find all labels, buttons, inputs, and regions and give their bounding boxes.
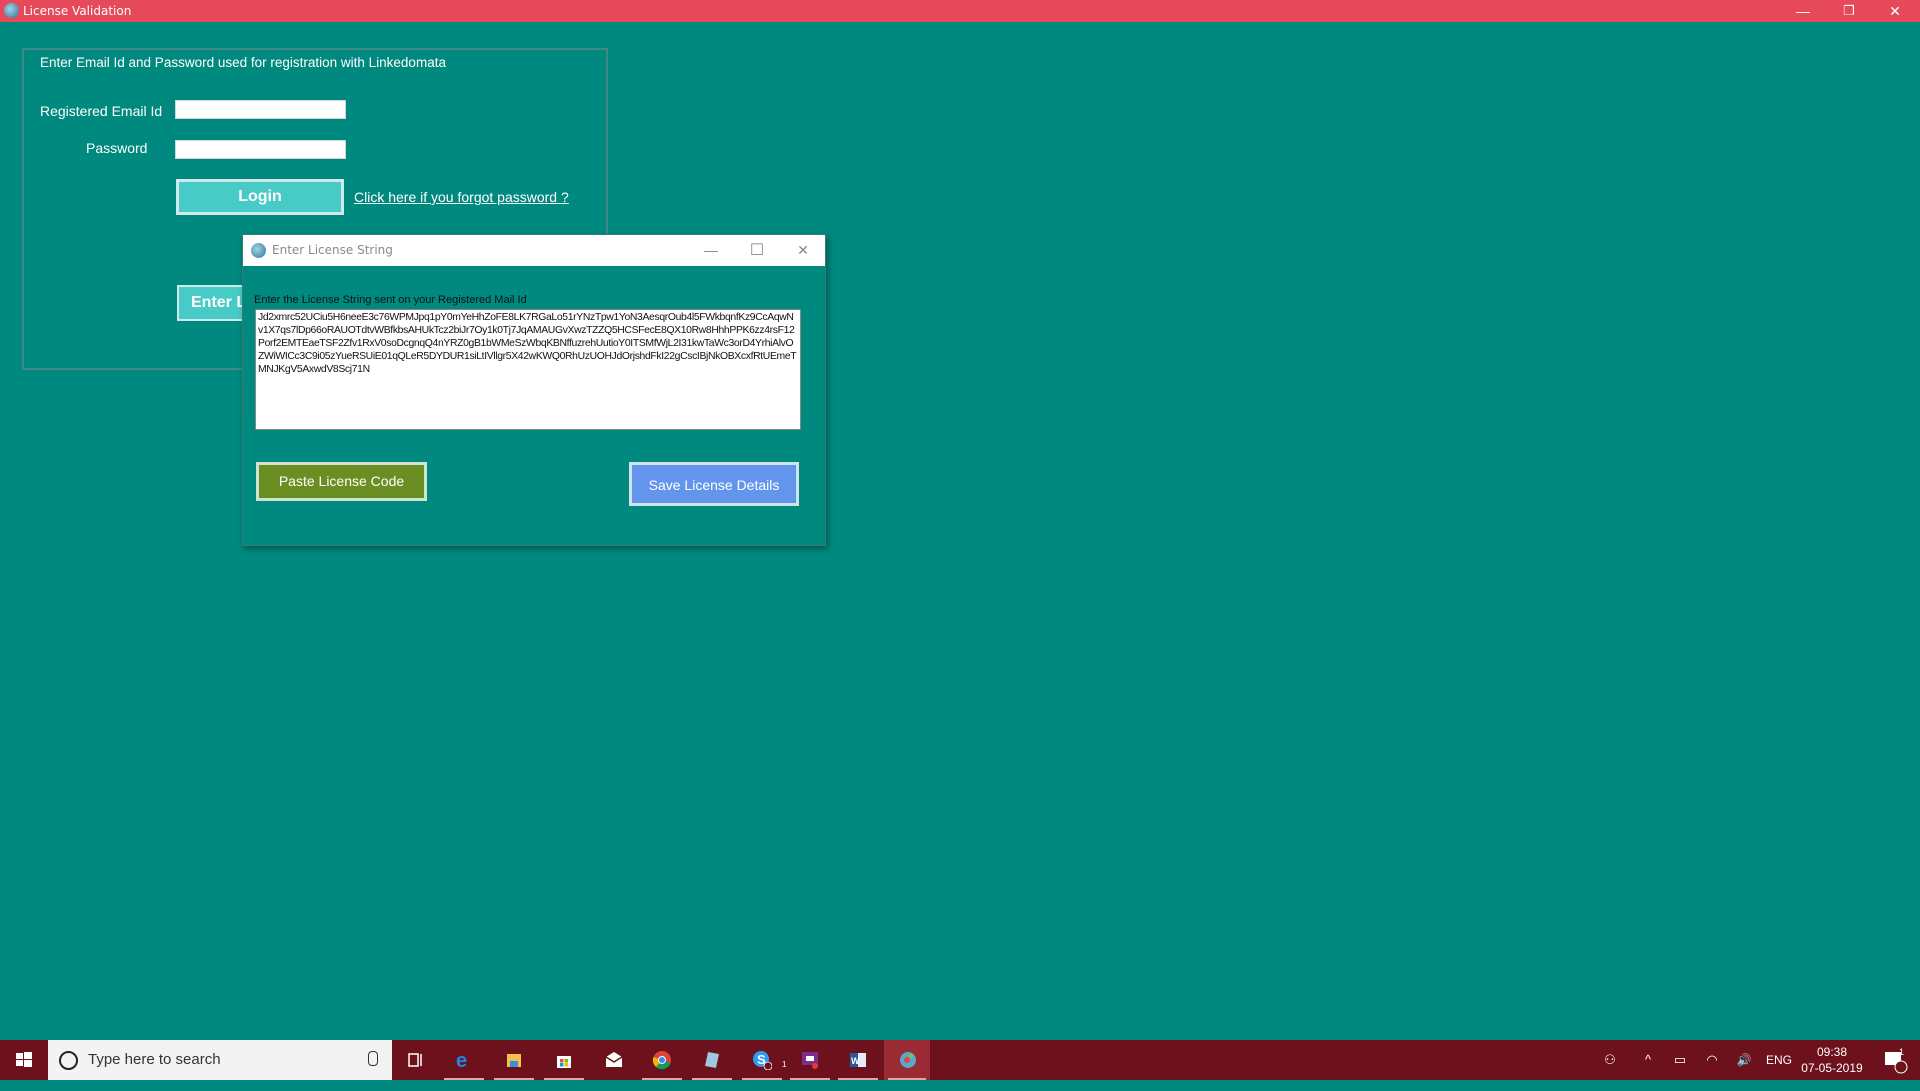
minimize-button[interactable]: —: [1780, 0, 1826, 22]
windows-logo-icon: [16, 1052, 32, 1067]
license-app-icon: [900, 1052, 916, 1068]
license-prompt: Enter the License String sent on your Re…: [254, 294, 527, 306]
restore-button[interactable]: ❐: [1826, 0, 1872, 22]
taskbar-mail[interactable]: [590, 1040, 638, 1080]
taskbar-license-app[interactable]: [884, 1040, 930, 1080]
task-view-button[interactable]: [392, 1040, 440, 1080]
notifications-icon: [1885, 1052, 1908, 1074]
people-icon[interactable]: ⚇: [1598, 1040, 1622, 1080]
dialog-titlebar: Enter License String — ☐ ✕: [243, 235, 825, 266]
clock-time: 09:38: [1816, 1045, 1848, 1059]
search-placeholder: Type here to search: [88, 1051, 221, 1068]
login-button[interactable]: Login: [176, 179, 344, 215]
svg-text:W: W: [851, 1056, 860, 1066]
battery-icon[interactable]: ▭: [1668, 1040, 1692, 1080]
search-box[interactable]: Type here to search: [48, 1040, 392, 1080]
show-hidden-icons-chevron[interactable]: ^: [1636, 1040, 1660, 1080]
clock[interactable]: 09:38 07-05-2019: [1800, 1040, 1864, 1084]
login-panel-header: Enter Email Id and Password used for reg…: [40, 55, 446, 70]
taskbar-word[interactable]: W: [834, 1040, 882, 1080]
dialog-minimize-button[interactable]: —: [691, 235, 731, 266]
taskbar: Type here to search e S 1 W ⚇ ^ ▭ ◠ 🔊 EN…: [0, 1040, 1920, 1080]
microphone-icon[interactable]: [368, 1051, 378, 1066]
dialog-maximize-button[interactable]: ☐: [737, 235, 777, 266]
folder-icon: [507, 1054, 521, 1067]
chrome-icon: [652, 1051, 671, 1070]
email-label: Registered Email Id: [40, 103, 163, 119]
close-button[interactable]: ✕: [1872, 0, 1918, 22]
password-input[interactable]: [175, 140, 346, 159]
language-indicator[interactable]: ENG: [1764, 1040, 1794, 1080]
forgot-password-link[interactable]: Click here if you forgot password ?: [354, 189, 569, 205]
license-textarea[interactable]: Jd2xmrc52UCiu5H6neeE3c76WPMJpq1pY0mYeHhZ…: [255, 309, 801, 430]
window-title: License Validation: [23, 4, 132, 18]
store-icon: [557, 1056, 571, 1068]
taskbar-edge[interactable]: e: [440, 1040, 488, 1080]
cortana-icon: [59, 1051, 78, 1070]
taskbar-store[interactable]: [540, 1040, 588, 1080]
svg-text:e: e: [456, 1050, 467, 1070]
dialog-close-button[interactable]: ✕: [783, 235, 823, 266]
license-dialog: Enter License String — ☐ ✕ Enter the Lic…: [242, 234, 826, 546]
task-view-icon: [408, 1053, 422, 1067]
taskbar-notepad[interactable]: [688, 1040, 736, 1080]
save-license-button[interactable]: Save License Details: [629, 462, 799, 506]
notifications-badge: 1: [1899, 1047, 1905, 1057]
skype-icon: S: [753, 1051, 772, 1070]
app-icon: [4, 3, 19, 18]
paste-license-button[interactable]: Paste License Code: [256, 462, 427, 501]
taskbar-teams-meeting[interactable]: [786, 1040, 834, 1080]
notepad-icon: [705, 1052, 719, 1068]
mail-icon: [605, 1052, 623, 1067]
meeting-icon: [802, 1052, 818, 1069]
action-center-button[interactable]: 1: [1874, 1040, 1914, 1080]
email-input[interactable]: [175, 100, 346, 119]
taskbar-chrome[interactable]: [638, 1040, 686, 1080]
wifi-icon[interactable]: ◠: [1700, 1040, 1724, 1080]
dialog-app-icon: [251, 243, 266, 258]
taskbar-file-explorer[interactable]: [490, 1040, 538, 1080]
edge-icon: e: [456, 1050, 467, 1070]
dialog-title: Enter License String: [272, 243, 393, 257]
clock-date: 07-05-2019: [1801, 1061, 1863, 1075]
word-icon: W: [850, 1053, 866, 1067]
taskbar-skype[interactable]: S 1: [738, 1040, 786, 1080]
volume-icon[interactable]: 🔊: [1732, 1040, 1756, 1080]
start-button[interactable]: [0, 1040, 48, 1080]
password-label: Password: [86, 140, 148, 156]
window-titlebar: License Validation — ❐ ✕: [0, 0, 1920, 22]
